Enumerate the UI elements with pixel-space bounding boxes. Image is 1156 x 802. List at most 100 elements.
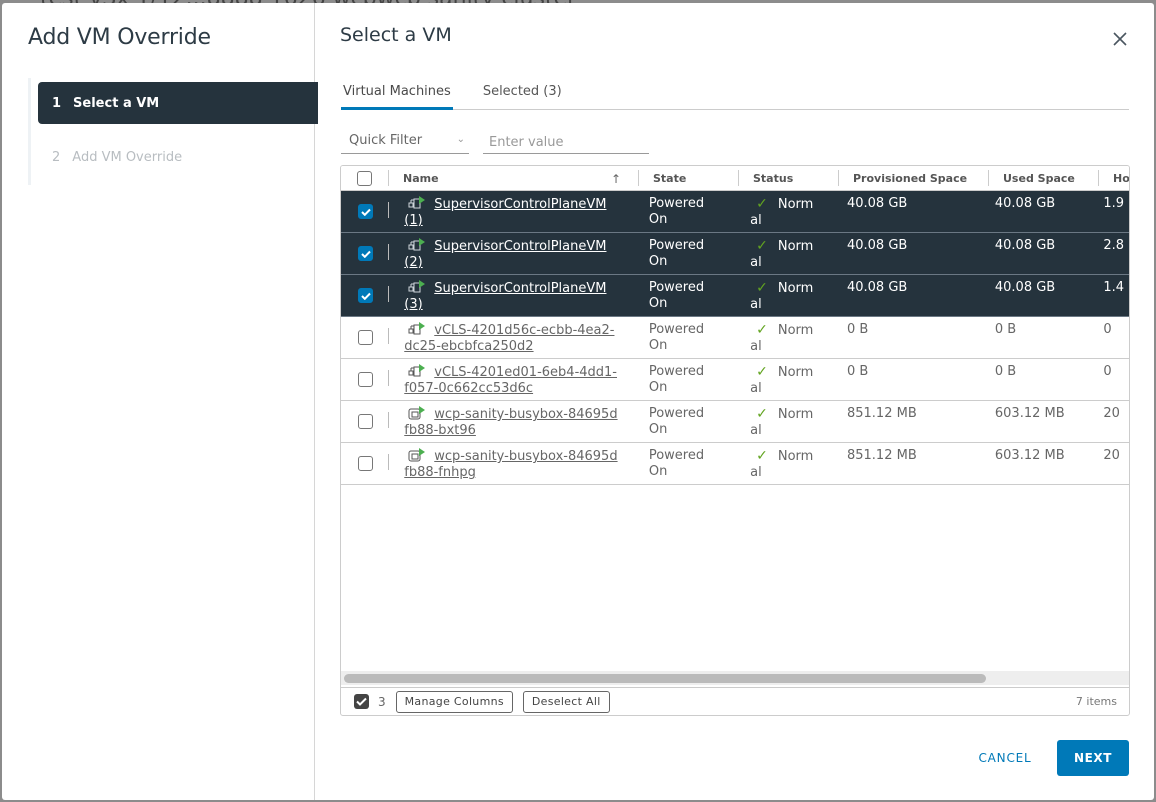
vm-cluster-icon (408, 280, 426, 293)
provisioned-space-cell: 0 B (846, 364, 869, 379)
vm-name-link[interactable]: vCLS-4201d56c-ecbb-4ea2-dc25-ebcbfca250d… (404, 323, 614, 354)
host-cell: 20 (1103, 406, 1120, 421)
quick-filter-label: Quick Filter (349, 133, 423, 148)
column-label: Ho (1113, 172, 1130, 185)
table-row[interactable]: vCLS-4201ed01-6eb4-4dd1-f057-0c662cc53d6… (341, 359, 1129, 401)
provisioned-space-cell: 0 B (846, 322, 869, 337)
scrollbar-thumb[interactable] (344, 674, 986, 683)
column-label: Provisioned Space (853, 172, 968, 185)
close-button[interactable] (1111, 30, 1129, 48)
grid-header-row: Name ↑ State Status Provisioned Space Us… (341, 166, 1129, 191)
column-header-used-space[interactable]: Used Space (989, 166, 1099, 191)
vm-name-cell: vCLS-4201ed01-6eb4-4dd1-f057-0c662cc53d6… (388, 359, 635, 400)
table-row[interactable]: vCLS-4201d56c-ecbb-4ea2-dc25-ebcbfca250d… (341, 317, 1129, 359)
horizontal-scrollbar[interactable] (341, 671, 1129, 685)
items-count: 7 items (1075, 695, 1117, 708)
table-row[interactable]: wcp-sanity-busybox-84695dfb88-bxt96 Powe… (341, 401, 1129, 443)
vm-name-cell: SupervisorControlPlaneVM (2) (388, 233, 635, 274)
used-space-cell: 0 B (994, 322, 1017, 337)
status-ok-icon: ✓ (756, 238, 768, 254)
selected-count: 3 (378, 694, 386, 709)
status-ok-icon: ✓ (756, 364, 768, 380)
row-checkbox[interactable] (358, 456, 373, 471)
vm-cluster-icon (408, 364, 426, 377)
wizard-title: Add VM Override (28, 25, 211, 50)
status-ok-icon: ✓ (756, 448, 768, 464)
used-space-cell: 603.12 MB (994, 448, 1065, 463)
vm-state-cell: Powered On (648, 448, 705, 479)
vm-state-cell: Powered On (648, 280, 705, 311)
column-label: Status (753, 172, 794, 185)
row-select-cell (341, 317, 389, 358)
checkmark-icon (360, 250, 371, 258)
wizard-step-select-vm[interactable]: 1 Select a VM (38, 82, 318, 124)
table-row[interactable]: SupervisorControlPlaneVM (2) Powered On … (341, 233, 1129, 275)
vm-cluster-icon (408, 322, 426, 335)
vm-cluster-icon (408, 196, 426, 209)
vm-datagrid: Name ↑ State Status Provisioned Space Us… (340, 165, 1130, 716)
wizard-steps: 1 Select a VM 2 Add VM Override (28, 78, 318, 185)
column-header-provisioned-space[interactable]: Provisioned Space (839, 166, 989, 191)
table-row[interactable]: wcp-sanity-busybox-84695dfb88-fnhpg Powe… (341, 443, 1129, 485)
vm-state-cell: Powered On (648, 322, 705, 353)
used-space-cell: 40.08 GB (994, 238, 1056, 253)
row-select-cell (341, 233, 389, 274)
column-header-name[interactable]: Name ↑ (389, 166, 639, 191)
used-space-cell: 40.08 GB (994, 196, 1056, 211)
column-label: Name (403, 172, 439, 185)
vm-name-link[interactable]: vCLS-4201ed01-6eb4-4dd1-f057-0c662cc53d6… (404, 365, 617, 396)
checkmark-icon (360, 208, 371, 216)
row-checkbox[interactable] (358, 204, 373, 219)
vm-status-cell: ✓ Norm al (734, 359, 833, 400)
vm-status-cell: ✓ Norm al (734, 401, 833, 442)
filter-value-input[interactable] (483, 129, 649, 154)
row-select-cell (341, 401, 389, 442)
row-checkbox[interactable] (358, 246, 373, 261)
tab-bar: Virtual Machines Selected (3) (341, 80, 1129, 110)
deselect-all-button[interactable]: Deselect All (522, 690, 610, 713)
vm-cluster-icon (408, 238, 426, 251)
vm-name-cell: vCLS-4201d56c-ecbb-4ea2-dc25-ebcbfca250d… (388, 317, 635, 358)
vm-state-cell: Powered On (648, 238, 705, 269)
vm-name-link[interactable]: SupervisorControlPlaneVM (1) (404, 197, 606, 228)
table-row[interactable]: SupervisorControlPlaneVM (3) Powered On … (341, 275, 1129, 317)
vm-name-cell: SupervisorControlPlaneVM (3) (388, 275, 635, 316)
quick-filter-dropdown[interactable]: Quick Filter ⌄ (341, 129, 469, 154)
row-checkbox[interactable] (358, 372, 373, 387)
column-header-host[interactable]: Ho (1099, 166, 1130, 191)
column-label: State (653, 172, 687, 185)
select-all-checkbox[interactable] (357, 171, 372, 186)
vm-state-cell: Powered On (648, 196, 705, 227)
selection-toggle-checkbox[interactable] (354, 694, 369, 709)
select-all-cell (341, 166, 389, 191)
row-checkbox[interactable] (358, 330, 373, 345)
checkmark-icon (360, 292, 371, 300)
tab-virtual-machines[interactable]: Virtual Machines (341, 80, 453, 110)
row-checkbox[interactable] (358, 288, 373, 303)
used-space-cell: 40.08 GB (994, 280, 1056, 295)
used-space-cell: 603.12 MB (994, 406, 1065, 421)
status-ok-icon: ✓ (756, 406, 768, 422)
status-ok-icon: ✓ (756, 280, 768, 296)
close-icon (1113, 32, 1127, 46)
manage-columns-button[interactable]: Manage Columns (395, 690, 513, 713)
table-row[interactable]: SupervisorControlPlaneVM (1) Powered On … (341, 191, 1129, 233)
vm-name-link[interactable]: wcp-sanity-busybox-84695dfb88-fnhpg (404, 449, 617, 480)
column-header-status[interactable]: Status (739, 166, 839, 191)
vm-name-cell: SupervisorControlPlaneVM (1) (388, 191, 635, 232)
vm-status-cell: ✓ Norm al (734, 233, 833, 274)
row-select-cell (341, 275, 389, 316)
next-button[interactable]: NEXT (1057, 740, 1129, 776)
vm-name-link[interactable]: wcp-sanity-busybox-84695dfb88-bxt96 (404, 407, 617, 438)
grid-footer: 3 Manage Columns Deselect All 7 items (341, 687, 1129, 715)
row-checkbox[interactable] (358, 414, 373, 429)
vm-name-link[interactable]: SupervisorControlPlaneVM (2) (404, 239, 606, 270)
column-header-state[interactable]: State (639, 166, 739, 191)
tab-selected[interactable]: Selected (3) (481, 80, 564, 110)
chevron-down-icon: ⌄ (456, 134, 465, 145)
provisioned-space-cell: 851.12 MB (846, 406, 917, 421)
vm-status-cell: ✓ Norm al (734, 191, 833, 232)
cancel-button[interactable]: CANCEL (965, 740, 1045, 776)
wizard-content: Select a VM Virtual Machines Selected (3… (315, 3, 1154, 800)
vm-name-link[interactable]: SupervisorControlPlaneVM (3) (404, 281, 606, 312)
